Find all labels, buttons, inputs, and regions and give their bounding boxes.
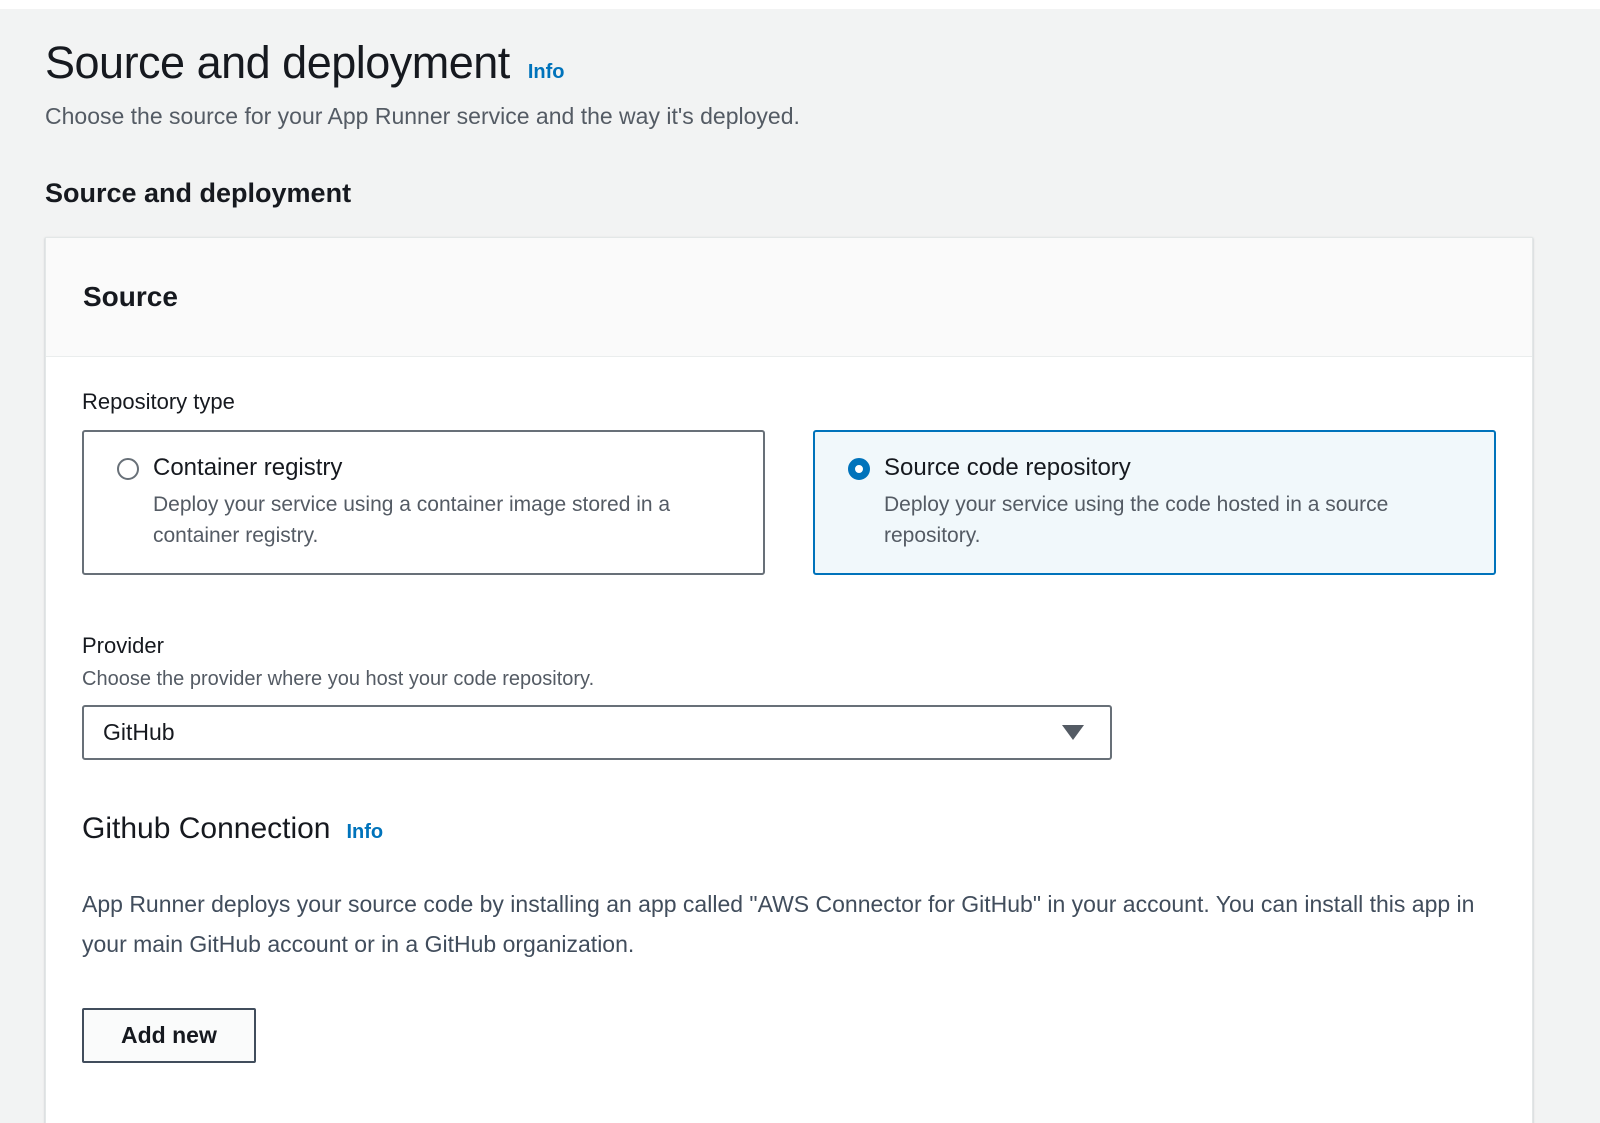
- option-description: Deploy your service using the code hoste…: [884, 489, 1444, 551]
- chevron-down-icon: [1062, 725, 1084, 740]
- provider-label: Provider: [82, 633, 1496, 659]
- option-label: Container registry: [153, 454, 713, 482]
- add-new-button[interactable]: Add new: [82, 1008, 256, 1063]
- repository-type-options: Container registry Deploy your service u…: [82, 430, 1496, 575]
- section-heading: Source and deployment: [45, 178, 1533, 209]
- page-subtitle: Choose the source for your App Runner se…: [45, 103, 1533, 130]
- option-container-registry[interactable]: Container registry Deploy your service u…: [82, 430, 765, 575]
- page-title-info-link[interactable]: Info: [528, 61, 565, 84]
- github-connection-body: App Runner deploys your source code by i…: [82, 884, 1477, 964]
- github-connection-info-link[interactable]: Info: [347, 821, 384, 844]
- source-card-body: Repository type Container registry Deplo…: [46, 357, 1532, 1123]
- option-text: Source code repository Deploy your servi…: [884, 454, 1444, 551]
- radio-unselected-icon[interactable]: [117, 458, 139, 480]
- source-card-header: Source: [46, 238, 1532, 357]
- option-text: Container registry Deploy your service u…: [153, 454, 713, 551]
- github-connection-header: Github Connection Info: [82, 812, 1496, 846]
- source-card-title: Source: [83, 281, 178, 313]
- page-header: Source and deployment Info: [45, 37, 1533, 89]
- option-description: Deploy your service using a container im…: [153, 489, 713, 551]
- provider-select[interactable]: GitHub: [82, 705, 1112, 760]
- main-content: Source and deployment Info Choose the so…: [0, 37, 1600, 1123]
- top-white-strip: [0, 0, 1600, 9]
- radio-selected-icon[interactable]: [848, 458, 870, 480]
- option-source-code-repository[interactable]: Source code repository Deploy your servi…: [813, 430, 1496, 575]
- repository-type-label: Repository type: [82, 389, 1496, 415]
- provider-select-value: GitHub: [103, 719, 175, 746]
- source-card: Source Repository type Container registr…: [45, 237, 1533, 1123]
- option-label: Source code repository: [884, 454, 1444, 482]
- provider-description: Choose the provider where you host your …: [82, 668, 1496, 691]
- github-connection-heading: Github Connection: [82, 812, 331, 846]
- page-title: Source and deployment: [45, 37, 510, 89]
